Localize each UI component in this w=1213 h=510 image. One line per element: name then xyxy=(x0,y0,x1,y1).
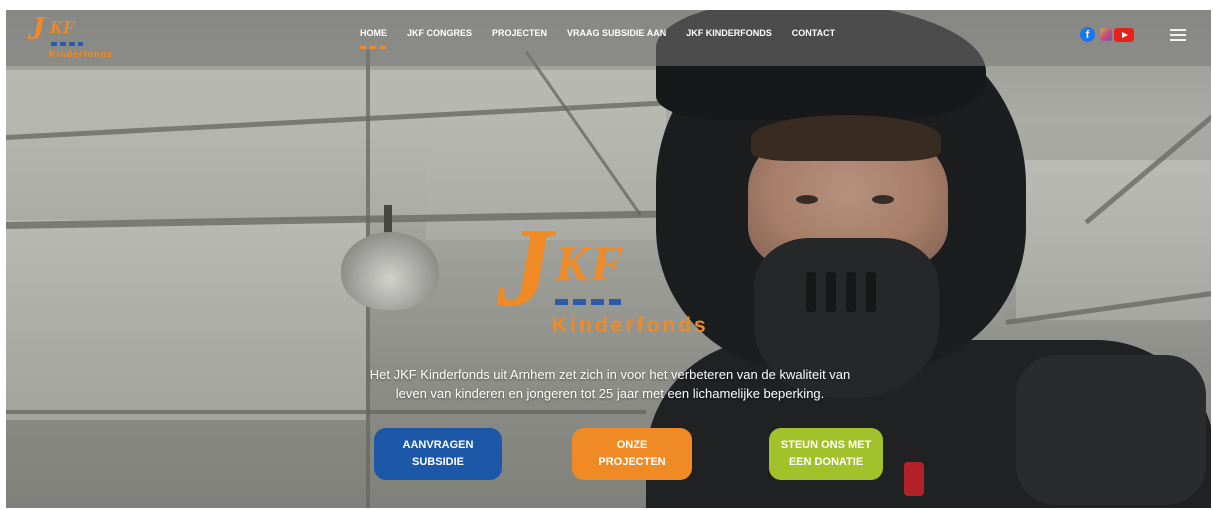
logo-subtitle: Kinderfonds xyxy=(49,49,113,59)
hamburger-icon[interactable] xyxy=(1170,29,1186,41)
onze-projecten-button[interactable]: ONZE PROJECTEN xyxy=(572,428,692,480)
hero-logo-dashes xyxy=(555,299,621,305)
hero-logo: J KF Kinderfonds xyxy=(497,212,727,341)
tagline-line: leven van kinderen en jongeren tot 25 ja… xyxy=(395,386,825,401)
top-navbar xyxy=(6,10,1211,66)
hero-logo-subtitle: Kinderfonds xyxy=(552,314,709,337)
button-label-line: EEN DONATIE xyxy=(788,456,864,468)
nav-item-home[interactable]: HOME xyxy=(360,28,387,49)
main-nav: HOME JKF CONGRES PROJECTEN VRAAG SUBSIDI… xyxy=(360,28,855,49)
nav-item-jkf-congres[interactable]: JKF CONGRES xyxy=(407,28,472,38)
logo-letters-kf: KF xyxy=(50,17,77,37)
hero-tagline: Het JKF Kinderfonds uit Arnhem zet zich … xyxy=(330,365,890,403)
aanvragen-subsidie-button[interactable]: AANVRAGEN SUBSIDIE xyxy=(374,428,502,480)
logo-dashes xyxy=(51,42,83,46)
tagline-line: Het JKF Kinderfonds uit Arnhem zet zich … xyxy=(369,367,851,382)
instagram-icon[interactable] xyxy=(1100,28,1112,41)
nav-item-projecten[interactable]: PROJECTEN xyxy=(492,28,547,38)
site-logo[interactable]: J KF Kinderfonds xyxy=(28,10,128,64)
button-label-line: ONZE xyxy=(616,439,648,451)
steun-ons-donatie-button[interactable]: STEUN ONS MET EEN DONATIE xyxy=(769,428,883,480)
hero-logo-letters-kf: KF xyxy=(555,235,626,291)
hero-logo-letter-j: J xyxy=(497,206,553,330)
facebook-icon[interactable]: f xyxy=(1080,27,1095,42)
button-label-line: SUBSIDIE xyxy=(412,456,464,468)
youtube-icon[interactable] xyxy=(1114,28,1134,42)
nav-item-contact[interactable]: CONTACT xyxy=(792,28,835,38)
button-label-line: STEUN ONS MET xyxy=(780,439,872,451)
button-label-line: AANVRAGEN xyxy=(402,439,474,451)
page: J KF Kinderfonds HOME JKF CONGRES PROJEC… xyxy=(0,0,1213,510)
nav-item-jkf-kinderfonds[interactable]: JKF KINDERFONDS xyxy=(686,28,772,38)
button-label-line: PROJECTEN xyxy=(598,456,666,468)
nav-item-vraag-subsidie-aan[interactable]: VRAAG SUBSIDIE AAN xyxy=(567,28,666,38)
logo-letter-j: J xyxy=(28,10,45,47)
